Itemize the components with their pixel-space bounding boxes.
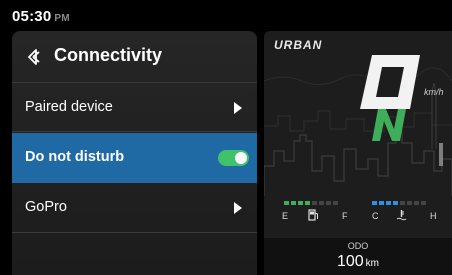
odometer: ODO 100 km: [264, 238, 452, 275]
fuel-gauge-segment: [298, 201, 303, 205]
fuel-gauge-bar: [284, 201, 338, 206]
temperature-gauge-segment: [421, 201, 426, 205]
menu-header: Connectivity: [12, 31, 257, 83]
odometer-value: 100 km: [264, 253, 452, 271]
fuel-gauge-segment: [333, 201, 338, 205]
temperature-gauge-segment: [407, 201, 412, 205]
temperature-gauge-segment: [414, 201, 419, 205]
chevron-right-icon: [234, 202, 242, 214]
fuel-gauge-segment: [312, 201, 317, 205]
temperature-gauge-bar: [372, 201, 426, 206]
clock: 05:30 PM: [12, 8, 70, 25]
temperature-gauge-segment: [393, 201, 398, 205]
menu-item-label: Paired device: [25, 99, 113, 115]
menu-item-empty: [12, 234, 257, 275]
back-icon[interactable]: [26, 48, 42, 66]
do-not-disturb-toggle[interactable]: [218, 150, 249, 166]
brand-logo: URBAN: [274, 38, 323, 52]
toggle-knob: [235, 152, 247, 164]
clock-time: 05:30: [12, 8, 52, 25]
temperature-gauge-segment: [379, 201, 384, 205]
odometer-label: ODO: [347, 241, 369, 251]
menu-item-label: GoPro: [25, 199, 67, 215]
temperature-gauge-segment: [372, 201, 377, 205]
menu-item-label: Do not disturb: [25, 149, 125, 165]
connectivity-menu: Connectivity Paired device Do not distur…: [12, 31, 257, 275]
speed-unit: km/h: [424, 87, 444, 97]
temp-hot-label: H: [430, 211, 437, 221]
fuel-gauge-segment: [319, 201, 324, 205]
temperature-gauge-segment: [386, 201, 391, 205]
odometer-unit: km: [365, 258, 380, 269]
status-bar: 05:30 PM: [0, 0, 452, 30]
menu-item-gopro[interactable]: GoPro: [12, 183, 257, 233]
fuel-gauge-segment: [326, 201, 331, 205]
thermometer-icon: [396, 210, 407, 221]
temperature-gauge-segment: [400, 201, 405, 205]
fuel-pump-icon: [308, 209, 318, 221]
menu-item-do-not-disturb[interactable]: Do not disturb: [12, 133, 257, 183]
chevron-right-icon: [234, 102, 242, 114]
speed-readout: [360, 55, 420, 109]
odometer-number: 100: [336, 253, 364, 270]
fuel-gauge-segment: [284, 201, 289, 205]
fuel-empty-label: E: [282, 211, 289, 221]
fuel-full-label: F: [342, 211, 348, 221]
temp-cold-label: C: [372, 211, 379, 221]
fuel-gauge-segment: [291, 201, 296, 205]
fuel-gauge-segment: [305, 201, 310, 205]
gear-indicator: [372, 109, 406, 141]
menu-item-paired-device[interactable]: Paired device: [12, 82, 257, 132]
clock-ampm: PM: [54, 13, 70, 24]
menu-title: Connectivity: [54, 45, 163, 65]
instrument-cluster: URBAN km/h E F C H ODO 100 km: [264, 31, 452, 275]
